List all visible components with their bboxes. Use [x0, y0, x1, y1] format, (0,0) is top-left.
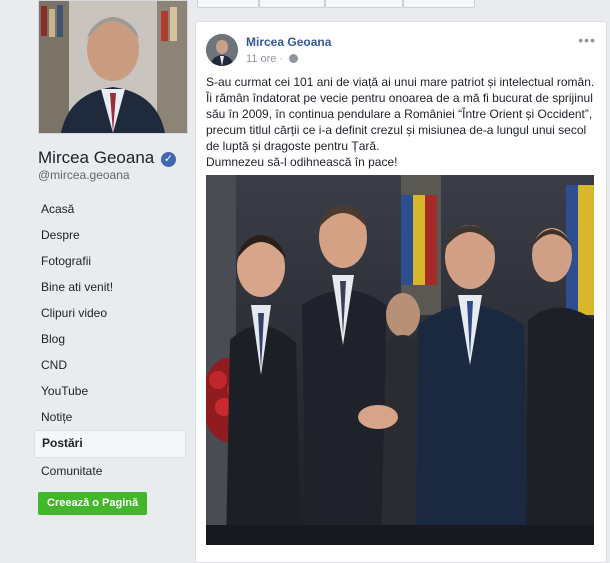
nav-item-youtube[interactable]: YouTube	[34, 378, 186, 404]
more-options-icon[interactable]: •••	[578, 32, 596, 48]
post-paragraph: S-au curmat cei 101 ani de viață ai unui…	[206, 75, 595, 153]
meta-separator: ·	[279, 53, 284, 65]
post-body: S-au curmat cei 101 ani de viață ai unui…	[206, 74, 598, 170]
post-photo[interactable]	[206, 175, 594, 545]
post-author-link[interactable]: Mircea Geoana	[246, 35, 331, 49]
nav-item-blog[interactable]: Blog	[34, 326, 186, 352]
top-action-button[interactable]	[259, 0, 325, 8]
author-avatar[interactable]	[206, 34, 238, 66]
create-page-button[interactable]: Creează o Pagină	[38, 492, 148, 515]
nav-item-cnd[interactable]: CND	[34, 352, 186, 378]
nav-item-acasa[interactable]: Acasă	[34, 196, 186, 222]
nav-item-clipuri-video[interactable]: Clipuri video	[34, 300, 186, 326]
page-title[interactable]: Mircea Geoana ✓	[38, 148, 176, 168]
post-timestamp[interactable]: 11 ore	[246, 53, 276, 65]
nav-item-postari[interactable]: Postări	[34, 430, 186, 458]
top-action-bar	[195, 0, 495, 8]
post-paragraph: Dumnezeu să-l odihnească în pace!	[206, 155, 398, 169]
nav-item-bine-ati-venit[interactable]: Bine ati venit!	[34, 274, 186, 300]
page-sidebar: Mircea Geoana ✓ @mircea.geoana Acasă Des…	[0, 0, 195, 554]
feed-post: Mircea Geoana 11 ore · ••• S-au curmat c…	[195, 21, 607, 563]
top-action-button[interactable]	[325, 0, 403, 8]
page-name-text: Mircea Geoana	[38, 148, 155, 167]
top-action-button[interactable]	[403, 0, 475, 8]
verified-badge-icon: ✓	[160, 152, 176, 167]
page-handle[interactable]: @mircea.geoana	[38, 168, 130, 182]
nav-item-notite[interactable]: Notițe	[34, 404, 186, 430]
profile-picture[interactable]	[38, 0, 188, 134]
post-meta: 11 ore ·	[246, 53, 299, 65]
nav-item-fotografii[interactable]: Fotografii	[34, 248, 186, 274]
globe-icon	[289, 54, 299, 63]
nav-item-despre[interactable]: Despre	[34, 222, 186, 248]
top-action-button[interactable]	[197, 0, 259, 8]
page-nav: Acasă Despre Fotografii Bine ati venit! …	[34, 196, 186, 484]
nav-item-comunitate[interactable]: Comunitate	[34, 458, 186, 484]
